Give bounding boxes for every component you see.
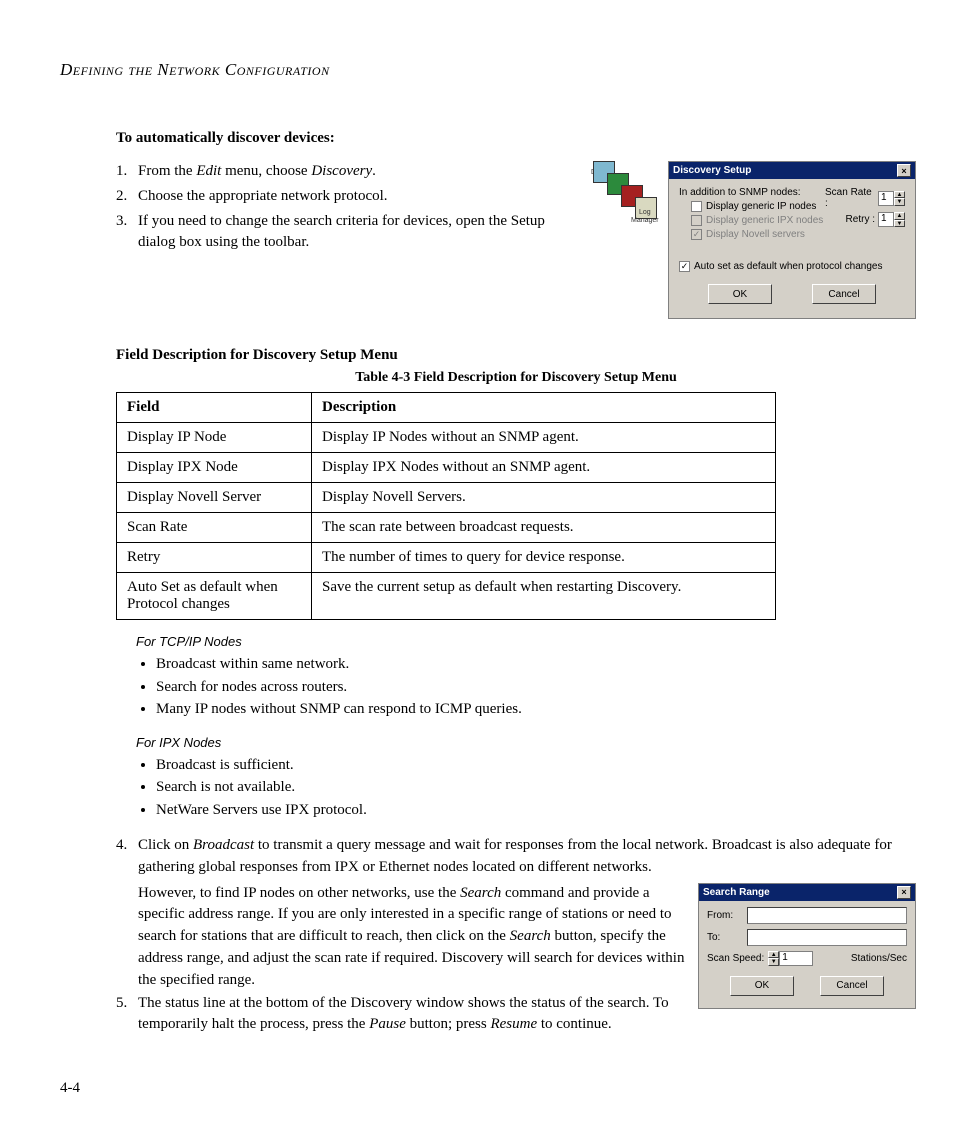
step-4-continued: However, to find IP nodes on other netwo… — [138, 883, 686, 1040]
table-row: Display Novell ServerDisplay Novell Serv… — [117, 483, 776, 513]
th-field: Field — [117, 393, 312, 423]
chevron-down-icon[interactable]: ▼ — [894, 198, 905, 206]
checkbox-ipx-nodes: Display generic IPX nodes — [691, 215, 825, 226]
table-row: Display IPX NodeDisplay IPX Nodes withou… — [117, 453, 776, 483]
chevron-up-icon[interactable]: ▲ — [768, 951, 779, 959]
field-description-table: FieldDescription Display IP NodeDisplay … — [116, 392, 776, 620]
section-heading-field-desc: Field Description for Discovery Setup Me… — [116, 347, 916, 364]
checkbox-novell: ✓Display Novell servers — [691, 229, 825, 240]
tcp-heading: For TCP/IP Nodes — [136, 634, 916, 649]
chevron-down-icon[interactable]: ▼ — [768, 958, 779, 966]
th-description: Description — [312, 393, 776, 423]
table-row: Display IP NodeDisplay IP Nodes without … — [117, 423, 776, 453]
list-item: Broadcast is sufficient. — [156, 754, 916, 777]
from-input[interactable] — [747, 907, 907, 924]
cancel-button[interactable]: Cancel — [820, 976, 884, 996]
step-5: 5. The status line at the bottom of the … — [116, 993, 686, 1035]
steps-list: 1. From the Edit menu, choose Discovery.… — [116, 161, 583, 257]
step-3: 3.If you need to change the search crite… — [116, 211, 583, 253]
checkbox-autoset[interactable]: ✓Auto set as default when protocol chang… — [679, 261, 905, 272]
table-caption: Table 4-3 Field Description for Discover… — [116, 370, 916, 386]
ipx-bullets: Broadcast is sufficient. Search is not a… — [156, 754, 916, 822]
search-range-dialog: Search Range × From: To: Scan Speed: ▲▼ … — [698, 883, 916, 1009]
table-row: Auto Set as default when Protocol change… — [117, 573, 776, 620]
step-4: 4. Click on Broadcast to transmit a quer… — [116, 835, 916, 879]
table-row: Scan RateThe scan rate between broadcast… — [117, 513, 776, 543]
ok-button[interactable]: OK — [730, 976, 794, 996]
unit-label: Stations/Sec — [851, 953, 907, 964]
table-row: RetryThe number of times to query for de… — [117, 543, 776, 573]
chevron-up-icon[interactable]: ▲ — [894, 191, 905, 199]
list-item: Search is not available. — [156, 776, 916, 799]
list-item: Search for nodes across routers. — [156, 676, 916, 699]
to-input[interactable] — [747, 929, 907, 946]
toolbar-icons: Disc Log Manager — [593, 161, 658, 241]
scanrate-label: Scan Rate : — [825, 187, 875, 209]
page-header: Defining the Network Configuration — [60, 60, 916, 80]
discovery-setup-dialog: Discovery Setup × In addition to SNMP no… — [668, 161, 916, 319]
page-number: 4-4 — [60, 1080, 80, 1097]
dialog-title: Search Range — [703, 887, 770, 898]
scanspeed-label: Scan Speed: — [707, 953, 764, 964]
chevron-down-icon[interactable]: ▼ — [894, 220, 905, 228]
retry-stepper[interactable]: 1 ▲▼ — [878, 212, 905, 227]
dialog-title: Discovery Setup — [673, 165, 751, 176]
ipx-heading: For IPX Nodes — [136, 735, 916, 750]
ok-button[interactable]: OK — [708, 284, 772, 304]
list-item: Broadcast within same network. — [156, 653, 916, 676]
step-2: 2.Choose the appropriate network protoco… — [116, 186, 583, 207]
to-label: To: — [707, 932, 743, 943]
chevron-up-icon[interactable]: ▲ — [894, 212, 905, 220]
from-label: From: — [707, 910, 743, 921]
tcp-bullets: Broadcast within same network. Search fo… — [156, 653, 916, 721]
cancel-button[interactable]: Cancel — [812, 284, 876, 304]
scanrate-stepper[interactable]: 1 ▲▼ — [878, 191, 905, 206]
close-icon[interactable]: × — [897, 164, 911, 177]
dialog-intro: In addition to SNMP nodes: — [679, 187, 825, 198]
retry-label: Retry : — [846, 214, 875, 225]
step-1: 1. From the Edit menu, choose Discovery. — [116, 161, 583, 182]
list-item: Many IP nodes without SNMP can respond t… — [156, 698, 916, 721]
scanspeed-stepper[interactable]: ▲▼ 1 — [768, 951, 813, 966]
close-icon[interactable]: × — [897, 886, 911, 899]
list-item: NetWare Servers use IPX protocol. — [156, 799, 916, 822]
section-heading-discover: To automatically discover devices: — [116, 130, 916, 147]
checkbox-ip-nodes[interactable]: Display generic IP nodes — [691, 201, 825, 212]
